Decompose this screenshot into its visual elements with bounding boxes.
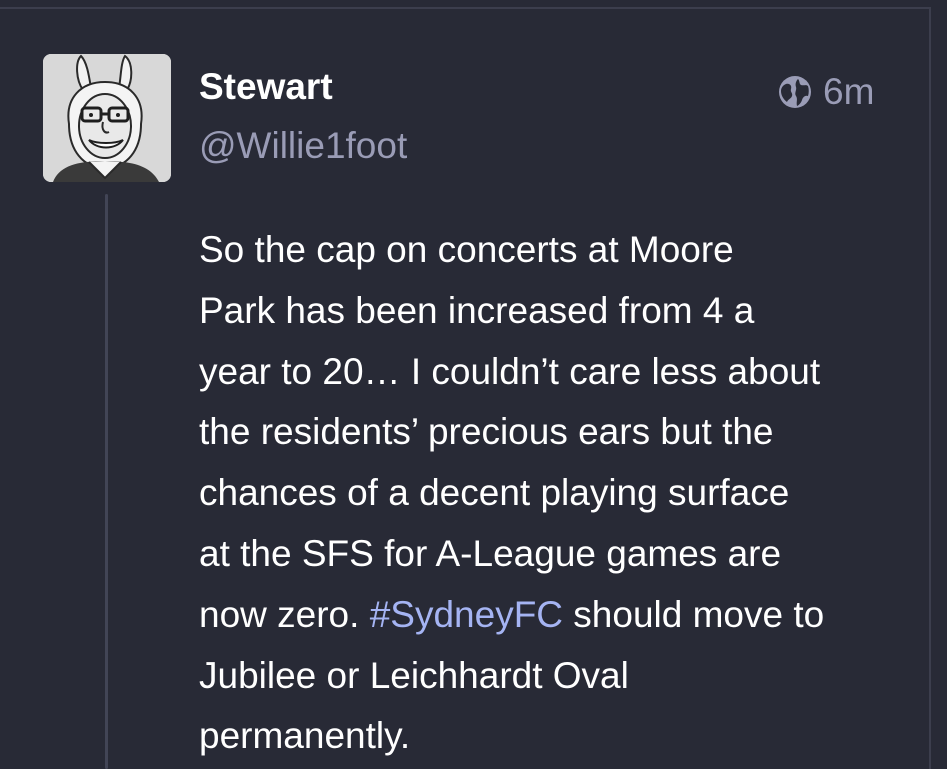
post-content: So the cap on concerts at Moore Park has… xyxy=(199,220,899,767)
globe-icon xyxy=(779,76,811,108)
avatar[interactable] xyxy=(43,54,171,182)
author-handle[interactable]: @Willie1foot xyxy=(199,125,407,167)
post-text-line: chances of a decent playing surface xyxy=(199,472,790,514)
cartoon-bunny-avatar-icon xyxy=(43,54,171,182)
post-text-line: at the SFS for A-League games are xyxy=(199,532,782,574)
post-text-line: the residents’ precious ears but the xyxy=(199,411,774,453)
post-meta: 6m xyxy=(778,71,874,113)
post-text-line: Park has been increased from 4 a xyxy=(199,289,755,331)
right-divider xyxy=(929,7,931,769)
author-display-name[interactable]: Stewart xyxy=(199,66,333,108)
post-text-line: now zero. #SydneyFC should move to xyxy=(199,585,899,646)
post-text-segment: should move to xyxy=(563,593,825,635)
post-text-line: Jubilee or Leichhardt Oval xyxy=(199,654,629,696)
hashtag-link[interactable]: #SydneyFC xyxy=(370,594,563,635)
thread-line xyxy=(105,194,108,769)
post-text-segment: now zero. xyxy=(199,593,370,635)
post-text-line: permanently. xyxy=(199,715,411,757)
post-text-line: year to 20… I couldn’t care less about xyxy=(199,350,821,392)
top-divider xyxy=(0,7,930,9)
post-timestamp[interactable]: 6m xyxy=(823,71,874,113)
post-text-line: So the cap on concerts at Moore xyxy=(199,229,734,270)
